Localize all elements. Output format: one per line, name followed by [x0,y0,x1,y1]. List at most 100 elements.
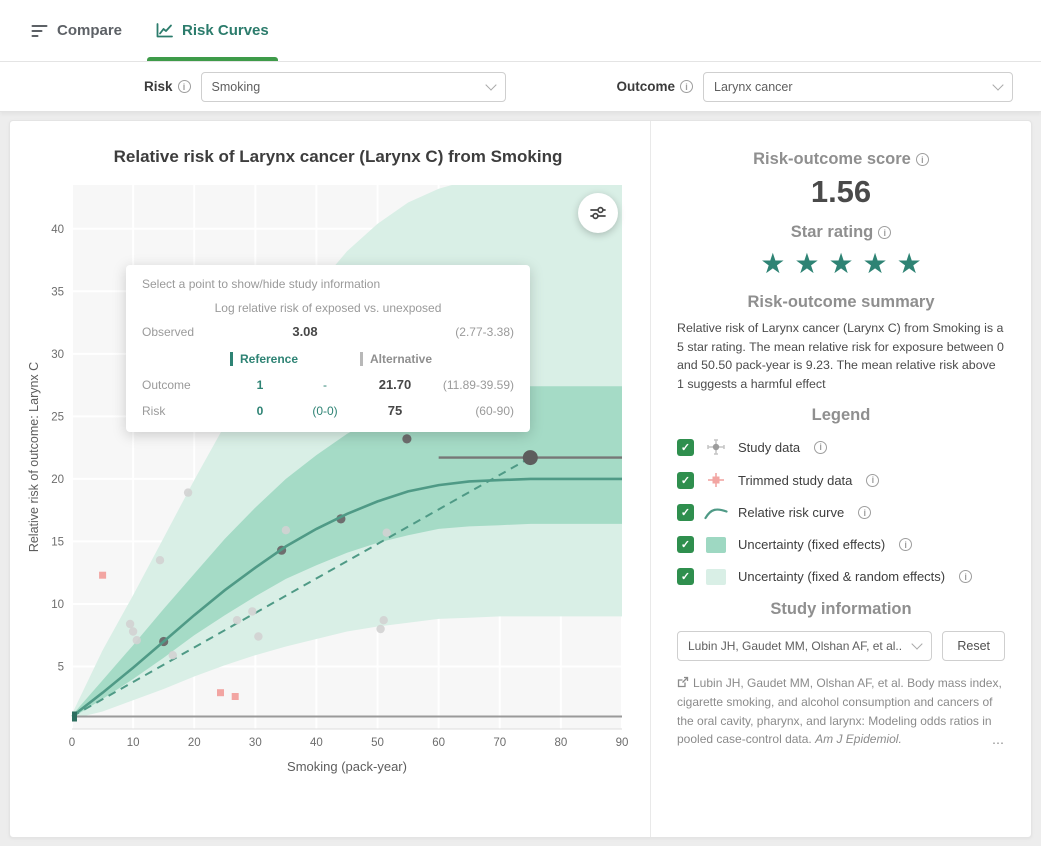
citation-journal: Am J Epidemiol. [815,732,902,747]
tab-compare-label: Compare [57,22,123,39]
outcome-row: Outcome 1 - 21.70 (11.89-39.59) [142,377,514,392]
chart-section: Relative risk of Larynx cancer (Larynx C… [10,121,650,837]
star-info-icon[interactable] [878,226,892,239]
svg-text:0: 0 [69,737,75,749]
tab-risk-curves-label: Risk Curves [182,22,269,39]
top-tab-bar: Compare Risk Curves [0,0,1041,62]
risk-select-value: Smoking [211,79,261,94]
tooltip-subtitle: Log relative risk of exposed vs. unexpos… [214,301,442,315]
svg-text:5: 5 [58,662,64,674]
outcome-reference-value: 1 [256,377,264,392]
star-rating-heading: Star rating [677,223,1005,242]
legend-item-uncertainty-fixed: Uncertainty (fixed effects) [677,536,1005,554]
svg-text:80: 80 [554,737,567,749]
svg-text:50: 50 [371,737,384,749]
uncertainty-fixed-checkbox[interactable] [677,536,694,554]
study-citation: Lubin JH, Gaudet MM, Olshan AF, et al. B… [677,674,1005,756]
alternative-header: Alternative [360,352,514,366]
legend-info-icon[interactable] [814,440,828,454]
svg-text:10: 10 [127,737,140,749]
tab-risk-curves[interactable]: Risk Curves [141,0,284,61]
svg-text:Smoking (pack-year): Smoking (pack-year) [287,759,407,774]
trimmed-study-data-icon [703,471,729,489]
svg-text:40: 40 [310,737,323,749]
score-info-icon[interactable] [915,153,929,166]
study-selection-row: Lubin JH, Gaudet MM, Olshan AF, et al.. … [677,631,1005,662]
summary-heading: Risk-outcome summary [747,293,935,311]
uncertainty-random-checkbox[interactable] [677,568,694,586]
risk-curve-card: Relative risk of Larynx cancer (Larynx C… [9,120,1032,838]
study-data-icon [703,438,729,456]
svg-text:25: 25 [51,411,64,423]
legend-heading: Legend [811,406,871,425]
outcome-info-icon[interactable] [680,80,693,93]
outcome-reference-ci: - [323,377,327,392]
risk-row: Risk 0 (0-0) 75 (60-90) [142,403,514,418]
main-content: Relative risk of Larynx cancer (Larynx C… [0,112,1041,846]
legend-info-icon[interactable] [899,538,913,552]
legend-info-icon[interactable] [959,570,973,584]
chart-settings-button[interactable] [578,193,618,233]
risk-alternative-ci: (60-90) [475,403,514,418]
risk-select[interactable]: Smoking [200,71,506,102]
outcome-alternative-ci: (11.89-39.59) [442,377,514,392]
reference-header: Reference [230,352,360,366]
tab-compare[interactable]: Compare [16,0,137,61]
score-heading: Risk-outcome score [677,150,1005,169]
risk-filter-group: Risk Smoking [144,71,506,102]
line-chart-icon [156,23,173,38]
risk-outcome-score: 1.56 [810,174,872,209]
tooltip-column-headers: Reference Alternative [142,352,514,366]
outcome-alternative-value: 21.70 [378,377,412,392]
svg-text:40: 40 [51,224,64,236]
risk-reference-value: 0 [256,403,264,418]
legend-item-uncertainty-fixed-random: Uncertainty (fixed & random effects) [677,568,1005,586]
legend-info-icon[interactable] [858,506,872,520]
risk-reference-ci: (0-0) [312,403,338,418]
external-link-icon[interactable] [677,676,689,688]
risk-label: Risk [144,79,191,94]
chart-area: 0 10 20 30 40 50 60 70 80 90 5 10 15 20 25 30 35 40 Smokin… [26,177,632,777]
svg-text:10: 10 [51,599,64,611]
study-info-tooltip: Select a point to show/hide study inform… [126,265,530,432]
svg-text:30: 30 [51,349,64,361]
legend-item-relative-risk-curve: Relative risk curve [677,504,1005,522]
risk-outcome-summary: Relative risk of Larynx cancer (Larynx C… [677,321,1004,391]
uncertainty-fixed-random-swatch [703,568,729,585]
svg-text:30: 30 [249,737,262,749]
observed-ci: (2.77-3.38) [455,324,514,339]
filter-bar: Risk Smoking Outcome Larynx cancer [0,62,1041,112]
risk-info-icon[interactable] [177,80,191,93]
legend-item-trimmed-study-data: Trimmed study data [677,471,1005,489]
observed-value: 3.08 [292,324,318,339]
study-data-checkbox[interactable] [677,438,694,456]
study-select[interactable]: Lubin JH, Gaudet MM, Olshan AF, et al.. [677,631,933,662]
tooltip-hint: Select a point to show/hide study inform… [142,277,381,291]
svg-text:20: 20 [51,474,64,486]
outcome-select-value: Larynx cancer [714,79,793,94]
svg-text:90: 90 [616,737,629,749]
compare-filter-icon [31,24,48,37]
risk-curve-checkbox[interactable] [677,504,694,522]
svg-text:70: 70 [493,737,506,749]
sliders-icon [590,206,606,220]
outcome-select[interactable]: Larynx cancer [703,71,1013,102]
side-panel: Risk-outcome score 1.56 Star rating ★★★★… [650,121,1031,837]
uncertainty-fixed-swatch [703,536,729,553]
star-rating: ★★★★★ [760,248,931,279]
svg-text:Relative risk of outcome: Lary: Relative risk of outcome: Larynx C [27,362,41,552]
chevron-down-icon [911,638,924,651]
risk-alternative-value: 75 [387,403,403,418]
legend: Study data Tri [677,438,1005,586]
legend-info-icon[interactable] [866,473,880,487]
study-information-heading: Study information [770,600,912,619]
chevron-down-icon [992,78,1004,91]
reset-button[interactable]: Reset [942,631,1005,662]
outcome-filter-group: Outcome Larynx cancer [616,71,1013,102]
observed-row: Observed 3.08 (2.77-3.38) [142,324,514,339]
legend-item-study-data: Study data [677,438,1005,456]
citation-more-indicator[interactable]: ⋯ [992,734,1005,753]
chart-title: Relative risk of Larynx cancer (Larynx C… [113,147,563,166]
relative-risk-curve-icon [703,506,729,520]
trimmed-data-checkbox[interactable] [677,471,694,489]
